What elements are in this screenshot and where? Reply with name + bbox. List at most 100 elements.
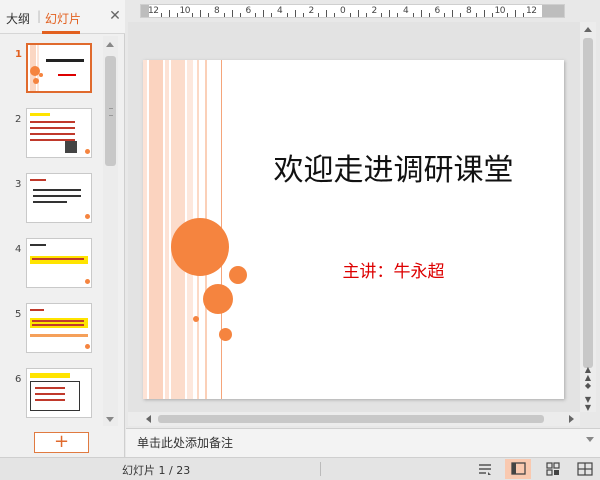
scroll-down-icon[interactable] — [106, 417, 114, 422]
slide-subtitle[interactable]: 主讲：牛永超 — [223, 257, 564, 282]
ruler-tick — [444, 13, 446, 17]
ruler-tick — [412, 13, 414, 17]
ruler-tick — [428, 13, 430, 17]
ruler-tick — [349, 13, 351, 17]
ruler-tick — [475, 13, 477, 17]
slide-thumbnail-3[interactable] — [26, 173, 92, 223]
ruler-tick — [491, 13, 493, 17]
ruler-tick — [239, 13, 241, 17]
slide-thumbnail-5[interactable] — [26, 303, 92, 353]
ruler-tick — [231, 10, 233, 17]
slide-thumbnail-6[interactable] — [26, 368, 92, 418]
ruler-label: 12 — [526, 6, 537, 16]
ruler-label: 6 — [245, 6, 252, 16]
ruler-tick — [160, 13, 162, 17]
previous-slide-icon[interactable]: ▲ ▲ — [584, 366, 592, 382]
ruler-tick — [286, 13, 288, 17]
slide-counter: 幻灯片 1 / 23 — [122, 464, 191, 477]
notes-view-button[interactable] — [472, 459, 498, 479]
ruler-label: 2 — [371, 6, 378, 16]
notes-pane[interactable]: 单击此处添加备注 — [126, 428, 600, 457]
ruler-tick — [168, 10, 170, 17]
status-bar: 幻灯片 1 / 23 — [0, 457, 600, 480]
thumbnail-number: 2 — [15, 114, 22, 125]
ruler-tick — [208, 13, 210, 17]
normal-view-button[interactable] — [505, 459, 531, 479]
ruler-label: 4 — [403, 6, 409, 16]
slide-title[interactable]: 欢迎走进调研课堂 — [223, 145, 564, 189]
ruler-label: 8 — [214, 6, 220, 16]
vertical-scrollbar[interactable]: ▲ ▲ ◆ ▼ ▼ — [580, 22, 596, 412]
slide-thumbnail-1[interactable] — [26, 43, 92, 93]
ruler-tick — [420, 10, 422, 17]
thumbnail-number: 6 — [15, 374, 22, 385]
ruler-tick — [263, 10, 265, 17]
notes-placeholder[interactable]: 单击此处添加备注 — [137, 434, 233, 451]
ruler-tick — [389, 10, 391, 17]
reading-view-icon — [577, 462, 593, 476]
thumbnail-number: 1 — [15, 49, 22, 60]
ruler-tick — [523, 13, 525, 17]
next-slide-icon[interactable]: ▼ ▼ — [584, 396, 592, 412]
current-slide[interactable]: 欢迎走进调研课堂 主讲：牛永超 — [143, 60, 564, 399]
normal-view-icon — [511, 462, 526, 475]
thumbnail-number: 3 — [15, 179, 22, 190]
ruler-tick — [452, 10, 454, 17]
ruler-tick — [334, 13, 336, 17]
scroll-up-icon[interactable] — [584, 27, 592, 32]
scroll-up-icon[interactable] — [106, 42, 114, 47]
ruler-tick — [381, 13, 383, 17]
ruler-tick — [192, 13, 194, 17]
ruler-label: 8 — [466, 6, 472, 16]
scrollbar-thumb[interactable] — [583, 38, 593, 368]
reading-view-button[interactable] — [572, 459, 598, 479]
panel-tabs: 大纲 | 幻灯片 ✕ — [0, 0, 125, 34]
ruler-label: 6 — [434, 6, 441, 16]
horizontal-scrollbar[interactable] — [128, 412, 580, 426]
slide-panel: 大纲 | 幻灯片 ✕ 1 2 3 4 5 6 + — [0, 0, 125, 457]
horizontal-ruler: 12 10 8 6 4 2 0 2 4 6 8 10 12 — [140, 4, 565, 18]
slide-thumbnail-2[interactable] — [26, 108, 92, 158]
decorative-circle-large — [171, 218, 229, 276]
ruler-label: 12 — [148, 6, 159, 16]
ruler-tick — [302, 13, 304, 17]
slide-thumbnail-4[interactable] — [26, 238, 92, 288]
decorative-stripe — [149, 60, 163, 399]
ruler-label: 4 — [277, 6, 283, 16]
ruler-tick — [460, 13, 462, 17]
ruler-tick — [507, 13, 509, 17]
ruler-tick — [255, 13, 257, 17]
ruler-tick — [515, 10, 517, 17]
add-slide-button[interactable]: + — [34, 432, 89, 453]
slide-editing-area: 欢迎走进调研课堂 主讲：牛永超 — [128, 22, 580, 412]
ruler-tick — [397, 13, 399, 17]
slide-sorter-button[interactable] — [540, 459, 566, 479]
ruler-tick — [365, 13, 367, 17]
ruler-label: 10 — [494, 6, 506, 16]
active-tab-indicator — [42, 31, 80, 34]
slide-jump-icon[interactable]: ◆ — [584, 382, 592, 390]
ruler-tick — [326, 10, 328, 17]
scrollbar-thumb[interactable] — [105, 56, 116, 166]
ruler-label: 10 — [179, 6, 191, 16]
tab-separator: | — [37, 9, 42, 23]
ruler-label: 0 — [340, 6, 346, 16]
ruler-tick — [294, 10, 296, 17]
scroll-right-icon[interactable] — [569, 415, 574, 423]
ruler-tick — [176, 13, 178, 17]
scroll-left-icon[interactable] — [146, 415, 151, 423]
slide-sorter-icon — [546, 462, 560, 476]
chevron-down-icon[interactable] — [586, 437, 594, 442]
decorative-stripe — [143, 60, 147, 399]
decorative-circle-small — [219, 328, 232, 341]
tab-outline[interactable]: 大纲 — [6, 10, 30, 27]
thumbnail-scrollbar[interactable] — [103, 36, 118, 426]
ruler-label: 2 — [308, 6, 315, 16]
scrollbar-thumb[interactable] — [158, 415, 544, 423]
tab-slides[interactable]: 幻灯片 — [45, 10, 81, 27]
close-icon[interactable]: ✕ — [108, 8, 122, 24]
ruler-tick — [200, 10, 202, 17]
ruler-tick — [271, 13, 273, 17]
thumbnail-number: 5 — [15, 309, 22, 320]
decorative-circle-medium — [203, 284, 233, 314]
